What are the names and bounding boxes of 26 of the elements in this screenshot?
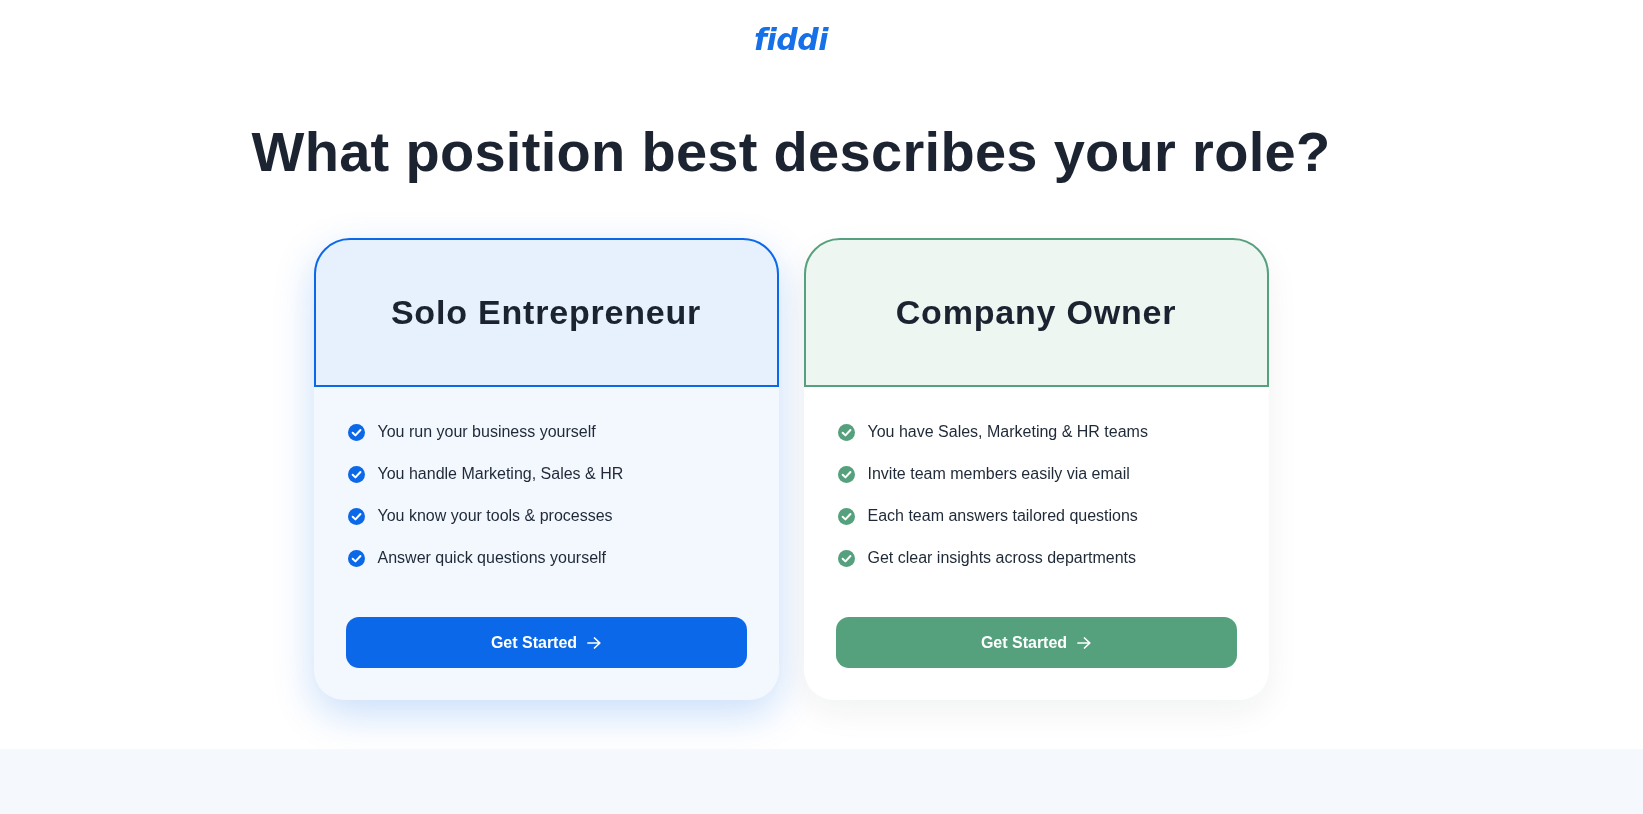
feature-text: Each team answers tailored questions	[867, 507, 1138, 525]
role-card[interactable]: Solo Entrepreneur You run your business yourself You handle Marketing, Sales & HR You know your tools & processes Answer quick questions yourself Get Started	[313, 238, 779, 700]
check-circle-icon	[347, 507, 365, 525]
check-circle-icon	[347, 549, 365, 567]
arrow-right-icon	[587, 636, 602, 649]
feature-text: You have Sales, Marketing & HR teams	[867, 423, 1148, 441]
card-title: Solo Entrepreneur	[390, 293, 702, 332]
role-card[interactable]: Company Owner You have Sales, Marketing & HR teams Invite team members easily via email Each team answers tailored questions Get clear insights across departments Get Started	[803, 238, 1269, 700]
check-circle-icon	[347, 423, 365, 441]
feature-text: You know your tools & processes	[377, 507, 613, 525]
feature-text: You handle Marketing, Sales & HR	[377, 465, 624, 483]
feature-text: Answer quick questions yourself	[377, 549, 607, 567]
check-circle-icon	[837, 423, 855, 441]
feature-text: Invite team members easily via email	[867, 465, 1130, 483]
arrow-right-icon	[1077, 636, 1092, 649]
feature-text: You run your business yourself	[377, 423, 596, 441]
feature-text: Get clear insights across departments	[867, 549, 1137, 567]
card-title: Company Owner	[895, 293, 1177, 332]
check-circle-icon	[837, 465, 855, 483]
check-circle-icon	[347, 465, 365, 483]
logo[interactable]: fiddi	[753, 22, 829, 58]
check-circle-icon	[837, 549, 855, 567]
page-heading: What position best describes your role?	[251, 120, 1331, 184]
check-circle-icon	[837, 507, 855, 525]
get-started-button[interactable]: Get Started	[835, 617, 1237, 668]
get-started-button[interactable]: Get Started	[345, 617, 747, 668]
